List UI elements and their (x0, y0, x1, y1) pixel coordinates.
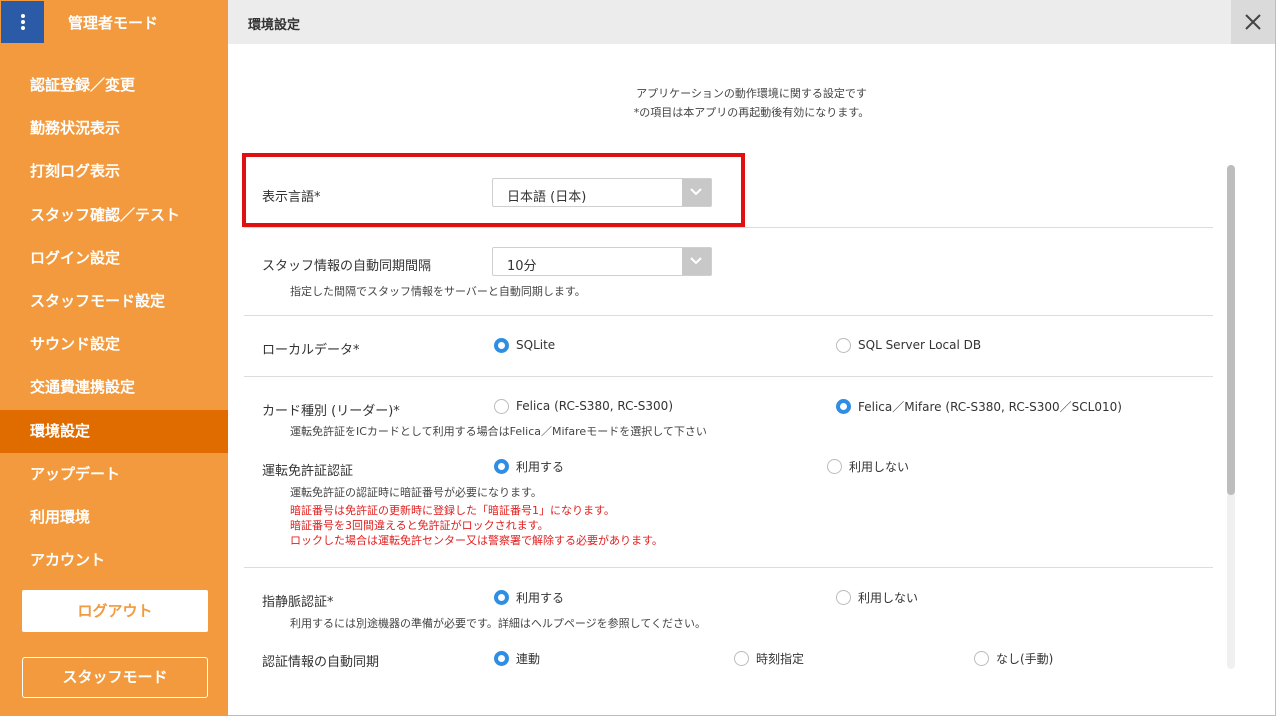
scrollbar[interactable] (1227, 165, 1235, 669)
sidebar-item-auth-register[interactable]: 認証登録／変更 (0, 64, 228, 107)
sync-label: スタッフ情報の自動同期間隔 (262, 259, 432, 274)
radio-circle (494, 337, 509, 353)
radio-vein-use[interactable]: 利用する (494, 589, 564, 605)
warning-line-1: 暗証番号は免許証の更新時に登録した「暗証番号1」になります。 (290, 504, 615, 517)
radio-label: Felica (RC-S380, RC-S300) (516, 399, 673, 413)
chevron-down-icon (682, 248, 711, 275)
sidebar-item-account[interactable]: アカウント (0, 539, 228, 582)
sidebar-header: 管理者モード (0, 0, 228, 44)
warning-line-3: ロックした場合は運転免許センター又は警察署で解除する必要があります。 (290, 534, 663, 547)
intro-text: アプリケーションの動作環境に関する設定です *の項目は本アプリの再起動後有効にな… (228, 84, 1275, 122)
radio-circle (494, 650, 509, 666)
language-value: 日本語 (日本) (507, 190, 587, 205)
radio-circle (734, 650, 749, 666)
radio-circle (974, 650, 989, 666)
radio-circle (827, 458, 842, 474)
sidebar-item-work-status[interactable]: 勤務状況表示 (0, 107, 228, 150)
radio-label: Felica／Mifare (RC-S380, RC-S300／SCL010) (858, 399, 1122, 414)
divider (244, 376, 1213, 377)
page-title: 環境設定 (248, 18, 301, 33)
radio-circle (494, 589, 509, 605)
radio-auth-sync-manual[interactable]: なし(手動) (974, 650, 1053, 666)
radio-felica-mifare[interactable]: Felica／Mifare (RC-S380, RC-S300／SCL010) (836, 398, 1122, 414)
sidebar-item-transport-settings[interactable]: 交通費連携設定 (0, 366, 228, 409)
auth-sync-label: 認証情報の自動同期 (262, 655, 380, 670)
radio-label: 利用する (516, 590, 565, 605)
logout-button[interactable]: ログアウト (22, 590, 208, 632)
sync-value: 10分 (507, 259, 537, 274)
radio-label: SQL Server Local DB (858, 338, 982, 352)
mode-title: 管理者モード (68, 14, 159, 32)
intro-line-1: アプリケーションの動作環境に関する設定です (636, 87, 867, 100)
sync-hint: 指定した間隔でスタッフ情報をサーバーと自動同期します。 (290, 285, 586, 298)
radio-license-use[interactable]: 利用する (494, 458, 564, 474)
sidebar: 管理者モード 認証登録／変更 勤務状況表示 打刻ログ表示 スタッフ確認／テスト … (0, 0, 228, 716)
top-bar: 環境設定 (228, 0, 1275, 44)
radio-circle (836, 398, 851, 414)
radio-label: なし(手動) (996, 651, 1054, 666)
sidebar-item-stamp-log[interactable]: 打刻ログ表示 (0, 150, 228, 193)
license-warning: 暗証番号は免許証の更新時に登録した「暗証番号1」になります。 暗証番号を3回間違… (290, 503, 663, 548)
radio-vein-not-use[interactable]: 利用しない (836, 589, 918, 605)
radio-label: 時刻指定 (756, 651, 805, 666)
radio-label: 利用しない (858, 590, 919, 605)
radio-circle (494, 458, 509, 474)
radio-label: 利用しない (849, 459, 910, 474)
sidebar-item-update[interactable]: アップデート (0, 453, 228, 496)
sidebar-item-staff-mode-settings[interactable]: スタッフモード設定 (0, 280, 228, 323)
menu-icon[interactable] (1, 1, 44, 43)
radio-circle (836, 337, 851, 353)
radio-auth-sync-linked[interactable]: 連動 (494, 650, 540, 666)
radio-circle (836, 589, 851, 605)
radio-felica[interactable]: Felica (RC-S380, RC-S300) (494, 398, 673, 414)
radio-sql-server[interactable]: SQL Server Local DB (836, 337, 981, 353)
radio-license-not-use[interactable]: 利用しない (827, 458, 909, 474)
language-select[interactable]: 日本語 (日本) (492, 178, 712, 207)
scrollbar-thumb[interactable] (1227, 165, 1235, 495)
radio-label: 連動 (516, 651, 541, 666)
divider (244, 567, 1213, 568)
radio-auth-sync-time[interactable]: 時刻指定 (734, 650, 804, 666)
warning-line-2: 暗証番号を3回間違えると免許証がロックされます。 (290, 519, 549, 532)
radio-sqlite[interactable]: SQLite (494, 337, 555, 353)
language-label: 表示言語* (262, 190, 321, 205)
radio-circle (494, 398, 509, 414)
radio-label: 利用する (516, 459, 565, 474)
vein-auth-label: 指静脈認証* (262, 595, 334, 610)
staff-mode-button[interactable]: スタッフモード (22, 657, 208, 698)
sidebar-item-sound-settings[interactable]: サウンド設定 (0, 323, 228, 366)
sidebar-item-usage-env[interactable]: 利用環境 (0, 496, 228, 539)
divider (244, 227, 1213, 228)
license-auth-label: 運転免許証認証 (262, 464, 354, 479)
sync-select[interactable]: 10分 (492, 247, 712, 276)
intro-line-2: *の項目は本アプリの再起動後有効になります。 (633, 106, 870, 119)
card-type-label: カード種別 (リーダー)* (262, 404, 400, 419)
local-data-label: ローカルデータ* (262, 343, 360, 358)
sidebar-item-login-settings[interactable]: ログイン設定 (0, 237, 228, 280)
close-icon[interactable] (1231, 0, 1275, 44)
sidebar-item-staff-check[interactable]: スタッフ確認／テスト (0, 194, 228, 237)
chevron-down-icon (682, 179, 711, 206)
card-type-hint: 運転免許証をICカードとして利用する場合はFelica／Mifareモードを選択… (290, 425, 707, 438)
sidebar-nav: 認証登録／変更 勤務状況表示 打刻ログ表示 スタッフ確認／テスト ログイン設定 … (0, 64, 228, 582)
radio-label: SQLite (516, 338, 556, 352)
divider (244, 315, 1213, 316)
vein-auth-hint: 利用するには別途機器の準備が必要です。詳細はヘルプページを参照してください。 (290, 617, 707, 630)
license-auth-hint: 運転免許証の認証時に暗証番号が必要になります。 (290, 486, 542, 499)
sidebar-item-environment[interactable]: 環境設定 (0, 409, 228, 453)
